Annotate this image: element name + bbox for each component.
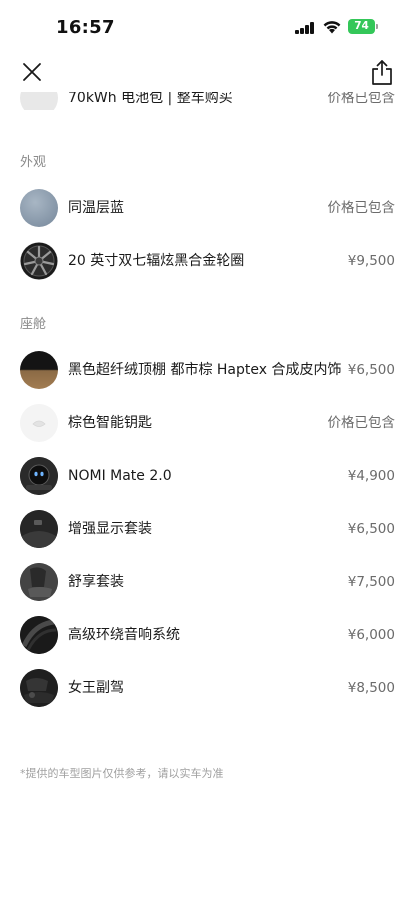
item-price: ¥6,000 — [347, 627, 395, 643]
status-bar: 16:57 74 — [0, 0, 415, 52]
item-name: 黑色超纤绒顶棚 都市棕 Haptex 合成皮内饰 — [68, 362, 342, 378]
item-name: 舒享套装 — [68, 574, 124, 590]
seat-thumbnail — [20, 563, 58, 601]
share-button[interactable] — [369, 58, 395, 86]
page: 70kWh 电池包 | 整车购买 价格已包含 外观 同温层蓝 价格已包含 20 … — [0, 0, 415, 900]
nav-bar — [0, 52, 415, 92]
item-name: NOMI Mate 2.0 — [68, 468, 172, 484]
item-name: 高级环绕音响系统 — [68, 627, 180, 643]
list-item: 增强显示套装 ¥6,500 — [0, 505, 415, 553]
battery-icon: 74 — [348, 19, 379, 34]
list-item: 高级环绕音响系统 ¥6,000 — [0, 611, 415, 659]
section-title-cabin: 座舱 — [20, 317, 47, 332]
list-item: 20 英寸双七辐炫黑合金轮圈 ¥9,500 — [0, 237, 415, 285]
list-item: NOMI Mate 2.0 ¥4,900 — [0, 452, 415, 500]
item-name: 棕色智能钥匙 — [68, 415, 152, 431]
list-item: 同温层蓝 价格已包含 — [0, 184, 415, 232]
status-time: 16:57 — [56, 17, 115, 38]
close-icon — [23, 63, 41, 81]
share-icon — [372, 60, 392, 85]
disclaimer-text: *提供的车型图片仅供参考，请以实车为准 — [20, 767, 224, 780]
item-name: 同温层蓝 — [68, 200, 124, 216]
item-price: ¥9,500 — [347, 253, 395, 269]
display-thumbnail — [20, 510, 58, 548]
list-item: 黑色超纤绒顶棚 都市棕 Haptex 合成皮内饰 ¥6,500 — [0, 346, 415, 394]
item-name: 20 英寸双七辐炫黑合金轮圈 — [68, 253, 245, 269]
cellular-signal-icon — [295, 22, 315, 34]
section-title-exterior: 外观 — [20, 155, 47, 170]
item-price: 价格已包含 — [327, 200, 396, 216]
key-thumbnail — [20, 404, 58, 442]
wifi-icon — [322, 18, 342, 34]
list-item: 棕色智能钥匙 价格已包含 — [0, 399, 415, 447]
item-price: ¥7,500 — [347, 574, 395, 590]
list-item: 女王副驾 ¥8,500 — [0, 664, 415, 712]
close-button[interactable] — [20, 60, 44, 84]
wheel-thumbnail — [20, 242, 58, 280]
item-price: ¥6,500 — [347, 362, 395, 378]
item-price: ¥8,500 — [347, 680, 395, 696]
speaker-thumbnail — [20, 616, 58, 654]
nomi-thumbnail — [20, 457, 58, 495]
color-swatch-thumbnail — [20, 189, 58, 227]
item-price: ¥6,500 — [347, 521, 395, 537]
battery-level: 74 — [354, 20, 369, 32]
item-price: 价格已包含 — [327, 415, 396, 431]
interior-thumbnail — [20, 351, 58, 389]
item-name: 女王副驾 — [68, 680, 124, 696]
item-name: 增强显示套装 — [68, 521, 152, 537]
queen-seat-thumbnail — [20, 669, 58, 707]
item-price: ¥4,900 — [347, 468, 395, 484]
list-item: 舒享套装 ¥7,500 — [0, 558, 415, 606]
